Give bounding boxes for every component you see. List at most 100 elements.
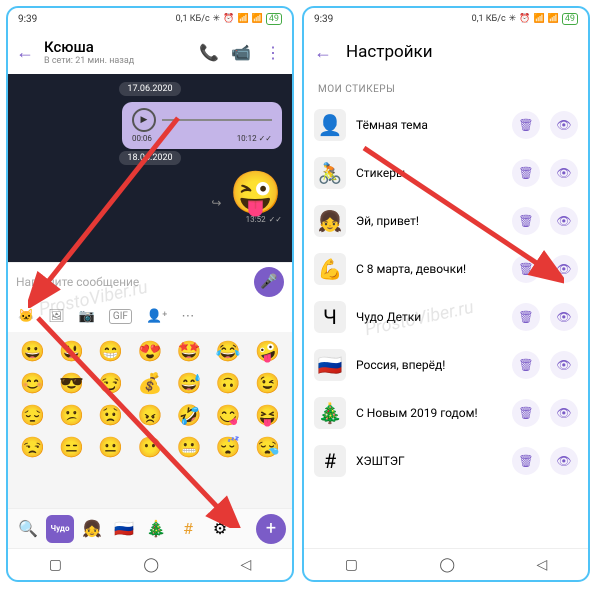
visibility-icon[interactable]: 👁 [550,111,578,139]
nav-home[interactable]: ◯ [143,557,159,573]
delete-icon[interactable]: 🗑 [512,303,540,331]
pack-name: ХЭШТЭГ [356,454,502,468]
sticker-pack-row[interactable]: 🎄 С Новым 2019 годом! 🗑 👁 [304,389,588,437]
contact-name: Ксюша [44,38,188,56]
emoji-item[interactable]: 😪 [255,435,280,459]
pack-thumb: 🎄 [314,397,346,429]
emoji-item[interactable]: 💰 [138,371,163,395]
back-icon[interactable]: ← [16,42,34,63]
delete-icon[interactable]: 🗑 [512,399,540,427]
emoji-item[interactable]: 😅 [177,371,202,395]
gif-icon[interactable]: GIF [109,309,132,324]
last-seen: В сети: 21 мин. назад [44,56,188,66]
nav-back[interactable]: ◁ [241,557,252,573]
pack-name: Стикеры [356,166,502,180]
mention-icon[interactable]: 👤⁺ [146,309,167,324]
visibility-icon[interactable]: 👁 [550,207,578,235]
mic-button[interactable]: 🎤 [254,267,284,297]
pack-tab-chudo[interactable]: Чудо [46,515,74,543]
pack-thumb: 🇷🇺 [314,349,346,381]
visibility-icon[interactable]: 👁 [550,447,578,475]
more-icon[interactable]: ⋮ [262,43,284,62]
emoji-item[interactable]: 😕 [59,403,84,427]
visibility-icon[interactable]: 👁 [550,255,578,283]
emoji-item[interactable]: 😊 [20,371,45,395]
sticker-pack-row[interactable]: 🚴 Стикеры 🗑 👁 [304,149,588,197]
emoji-item[interactable]: 😔 [20,403,45,427]
sticker-pack-row[interactable]: 🇷🇺 Россия, вперёд! 🗑 👁 [304,341,588,389]
sticker-panel-icon[interactable]: 🐱 [18,309,34,324]
delete-icon[interactable]: 🗑 [512,447,540,475]
emoji-item[interactable]: 😒 [20,435,45,459]
video-icon[interactable]: 📹 [230,43,252,62]
android-nav: ▢ ◯ ◁ [304,548,588,580]
emoji-item[interactable]: 😎 [59,371,84,395]
call-icon[interactable]: 📞 [198,43,220,62]
emoji-grid: 😀 😃 😁 😍 🤩 😂 🤪 😊 😎 😏 💰 😅 🙃 😉 😔 😕 😟 😠 🤣 😋 😝 😒 😑 😐 😶 😬 😴 😪 [8,332,292,508]
nav-back[interactable]: ◁ [537,557,548,573]
emoji-item[interactable]: 😂 [216,339,241,363]
emoji-item[interactable]: 😬 [177,435,202,459]
add-pack-button[interactable]: + [256,514,286,544]
back-icon[interactable]: ← [314,42,332,63]
emoji-item[interactable]: 😃 [59,339,84,363]
phone-left: 9:39 0,1 КБ/с✳⏰📶📶49 ← Ксюша В сети: 21 м… [6,6,294,582]
search-icon[interactable]: 🔍 [14,515,42,543]
emoji-item[interactable]: 😁 [98,339,123,363]
message-input[interactable]: Напишите сообщение [16,275,248,289]
play-icon[interactable]: ▶ [132,108,156,132]
emoji-item[interactable]: 😑 [59,435,84,459]
emoji-item[interactable]: 😐 [98,435,123,459]
emoji-item[interactable]: 😏 [98,371,123,395]
gear-icon[interactable]: ⚙ [206,515,234,543]
emoji-item[interactable]: 🙃 [216,371,241,395]
voice-message[interactable]: ▶ 00:06 10:12 ✓✓ [122,102,282,149]
emoji-item[interactable]: 😶 [138,435,163,459]
share-icon[interactable]: ↪ [211,196,221,210]
android-nav: ▢ ◯ ◁ [8,548,292,580]
nav-recent[interactable]: ▢ [49,557,62,573]
voice-end: 10:12 [237,134,257,143]
delete-icon[interactable]: 🗑 [512,255,540,283]
sticker-pack-row[interactable]: Ч Чудо Детки 🗑 👁 [304,293,588,341]
sticker-pack-row[interactable]: 💪 С 8 марта, девочки! 🗑 👁 [304,245,588,293]
gallery-icon[interactable]: 🖼 [48,309,65,324]
sticker-pack-row[interactable]: 👧 Эй, привет! 🗑 👁 [304,197,588,245]
pack-tab[interactable]: 👧 [78,515,106,543]
emoji-item[interactable]: 😀 [20,339,45,363]
emoji-item[interactable]: 😉 [255,371,280,395]
settings-header: ← Настройки [304,30,588,74]
nav-home[interactable]: ◯ [439,557,455,573]
pack-tab[interactable]: # [174,515,202,543]
sticker-pack-list: 👤 Тёмная тема 🗑 👁🚴 Стикеры 🗑 👁👧 Эй, прив… [304,101,588,548]
delete-icon[interactable]: 🗑 [512,207,540,235]
sticker-message: ↪ 😜 13:52✓✓ [211,173,282,224]
visibility-icon[interactable]: 👁 [550,159,578,187]
more-attach-icon[interactable]: ⋯ [181,309,194,324]
visibility-icon[interactable]: 👁 [550,399,578,427]
emoji-item[interactable]: 🤣 [177,403,202,427]
pack-name: Тёмная тема [356,118,502,132]
visibility-icon[interactable]: 👁 [550,351,578,379]
sticker-pack-row[interactable]: 👤 Тёмная тема 🗑 👁 [304,101,588,149]
sticker-pack-row[interactable]: # ХЭШТЭГ 🗑 👁 [304,437,588,485]
nav-recent[interactable]: ▢ [345,557,358,573]
emoji-item[interactable]: 😋 [216,403,241,427]
chat-title-block[interactable]: Ксюша В сети: 21 мин. назад [44,38,188,66]
pack-tab[interactable]: 🇷🇺 [110,515,138,543]
delete-icon[interactable]: 🗑 [512,351,540,379]
emoji-item[interactable]: 🤩 [177,339,202,363]
delete-icon[interactable]: 🗑 [512,159,540,187]
emoji-item[interactable]: 😴 [216,435,241,459]
emoji-item[interactable]: 😍 [138,339,163,363]
camera-icon[interactable]: 📷 [79,309,95,324]
emoji-item[interactable]: 🤪 [255,339,280,363]
emoji-item[interactable]: 😟 [98,403,123,427]
visibility-icon[interactable]: 👁 [550,303,578,331]
emoji-item[interactable]: 😠 [138,403,163,427]
pack-tab[interactable]: 🎄 [142,515,170,543]
delete-icon[interactable]: 🗑 [512,111,540,139]
pack-thumb: 👧 [314,205,346,237]
pack-name: С Новым 2019 годом! [356,406,502,420]
emoji-item[interactable]: 😝 [255,403,280,427]
